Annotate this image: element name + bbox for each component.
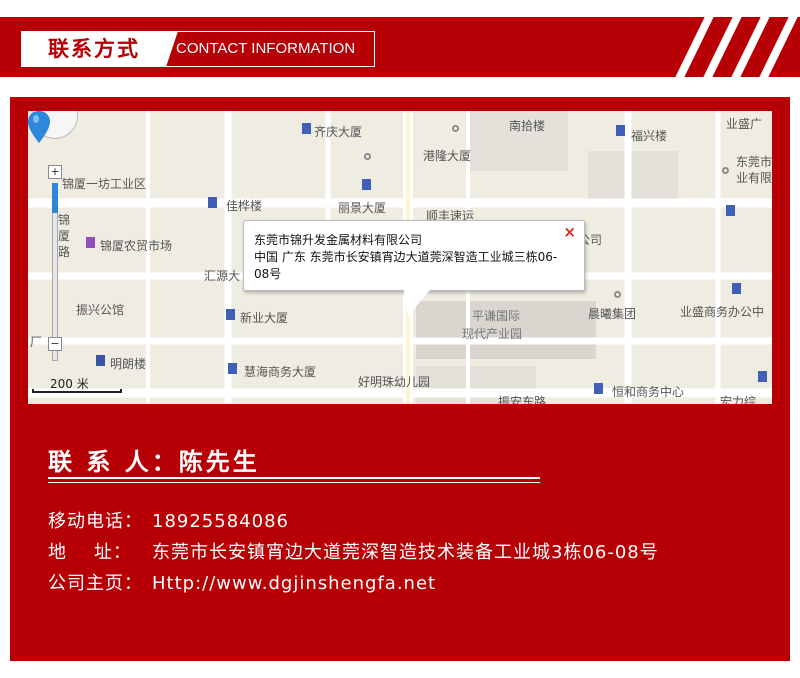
popup-address: 中国 广东 东莞市长安镇宵边大道莞深智造工业城三栋06-08号 (254, 250, 558, 281)
map-label: 锦厦一坊工业区 (62, 177, 147, 191)
map-label: 新业大厦 (240, 311, 289, 325)
map-label: 振安东路 (498, 395, 547, 404)
close-icon[interactable]: × (563, 223, 576, 241)
address-value: 东莞市长安镇宵边大道莞深智造技术装备工业城3栋06-08号 (152, 542, 659, 563)
map-info-popup: 东莞市锦升发金属材料有限公司 中国 广东 东莞市长安镇宵边大道莞深智造工业城三栋… (243, 220, 585, 316)
zoom-control: + − (44, 141, 64, 361)
popup-company-name: 东莞市锦升发金属材料有限公司 (254, 233, 423, 247)
map-label: 慧海商务大厦 (244, 365, 317, 379)
building-icon (726, 205, 735, 216)
map-label: 晨曦集团 (588, 307, 637, 321)
home-icon (96, 355, 105, 366)
map-label: 厂 (30, 335, 43, 349)
mobile-phone-value: 18925584086 (152, 511, 289, 532)
map-label: 东莞市 (736, 155, 772, 169)
building-icon (302, 123, 311, 134)
section-title-box: 联系方式 CONTACT INFORMATION (21, 31, 375, 67)
building-icon (226, 309, 235, 320)
map-label: 业盛广 (726, 117, 763, 131)
mobile-phone-row: 移动电话： 18925584086 (48, 507, 289, 533)
building-icon (362, 179, 371, 190)
building-icon (228, 363, 237, 374)
scale-line (32, 389, 122, 393)
map-label: 恒和商务中心 (612, 385, 685, 399)
map-label: 齐庆大厦 (314, 125, 363, 139)
poi-dot (452, 125, 459, 132)
contact-panel: 齐庆大厦 南拾楼 福兴楼 业盛广 港隆大厦 东莞市 业有限 锦厦一坊工业区 佳桦… (10, 97, 790, 661)
address-label: 地 址： (48, 542, 132, 563)
address-row: 地 址： 东莞市长安镇宵边大道莞深智造技术装备工业城3栋06-08号 (48, 538, 659, 564)
map-label: 锦厦农贸市场 (100, 239, 173, 253)
poi-dot (364, 153, 371, 160)
zoom-out-button[interactable]: − (48, 337, 62, 351)
map-label: 业盛商务办公中 (680, 305, 765, 319)
building-icon (616, 125, 625, 136)
shopping-icon (86, 237, 95, 248)
map-view[interactable]: 齐庆大厦 南拾楼 福兴楼 业盛广 港隆大厦 东莞市 业有限 锦厦一坊工业区 佳桦… (28, 111, 772, 404)
homepage-link[interactable]: Http://www.dgjinshengfa.net (152, 573, 436, 594)
homepage-label: 公司主页： (48, 573, 143, 594)
section-title-en: CONTACT INFORMATION (176, 40, 356, 57)
map-label: 明朗楼 (110, 357, 147, 371)
map-label: 丽景大厦 (338, 201, 387, 215)
map-label: 南拾楼 (509, 119, 546, 133)
map-label: 福兴楼 (631, 129, 668, 143)
map-label: 现代产业园 (462, 327, 523, 341)
map-label: 宏力综 (720, 395, 757, 404)
building-icon (208, 197, 217, 208)
contact-person: 联 系 人：陈先生 (48, 448, 260, 476)
poi-dot (614, 291, 621, 298)
building-icon (758, 371, 767, 382)
map-label: 佳桦楼 (226, 199, 263, 213)
zoom-in-button[interactable]: + (48, 165, 62, 179)
building-icon (594, 383, 603, 394)
divider (48, 477, 540, 479)
map-label: 振兴公馆 (76, 303, 125, 317)
section-title-cn: 联系方式 (22, 31, 178, 67)
map-label: 港隆大厦 (423, 149, 472, 163)
map-label: 好明珠幼儿园 (358, 375, 431, 389)
popup-tail (404, 290, 430, 316)
map-label: 汇源大 (204, 269, 241, 283)
zoom-slider-level (52, 183, 58, 213)
map-scale-bar: 200 米 (32, 375, 122, 393)
map-label: 业有限 (736, 171, 772, 185)
building-icon (732, 283, 741, 294)
location-pin-icon[interactable] (28, 111, 50, 143)
mobile-phone-label: 移动电话： (48, 511, 143, 532)
divider (48, 482, 540, 483)
map-label: 平谦国际 (472, 309, 521, 323)
poi-dot (722, 167, 729, 174)
homepage-row: 公司主页： Http://www.dgjinshengfa.net (48, 569, 436, 595)
header-band: 联系方式 CONTACT INFORMATION (0, 17, 800, 77)
